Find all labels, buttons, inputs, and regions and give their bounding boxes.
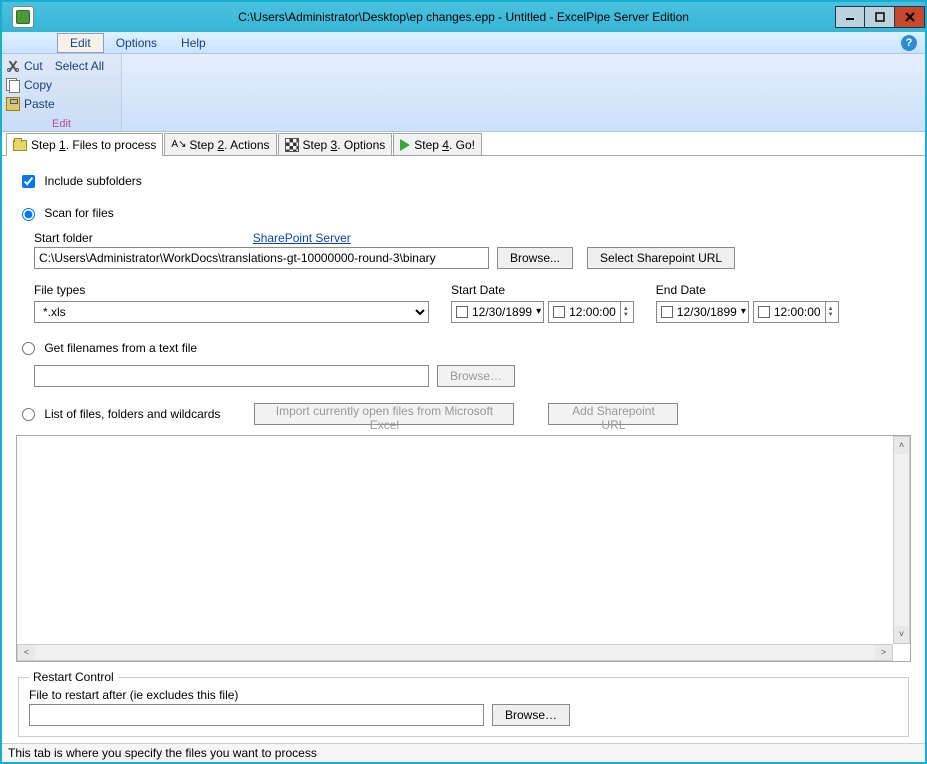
folder-icon <box>13 140 27 151</box>
browse-text-file-button[interactable]: Browse… <box>437 365 515 387</box>
menubar: Edit Options Help ? <box>2 32 925 54</box>
checker-icon <box>285 138 299 152</box>
sharepoint-link[interactable]: SharePoint Server <box>253 231 351 245</box>
menu-help[interactable]: Help <box>169 34 218 52</box>
ribbon-group-edit: Cut Select All Copy Paste Edit <box>2 54 122 131</box>
status-bar: This tab is where you specify the files … <box>2 743 925 762</box>
browse-start-folder-button[interactable]: Browse... <box>497 247 573 269</box>
start-date-label: Start Date <box>451 283 634 297</box>
scissors-icon <box>6 59 20 73</box>
import-excel-button[interactable]: Import currently open files from Microso… <box>254 403 514 425</box>
help-icon[interactable]: ? <box>901 35 917 51</box>
tab-step1[interactable]: Step 1. Files to process <box>6 133 163 156</box>
window-title: C:\Users\Administrator\Desktop\ep change… <box>238 10 689 24</box>
add-sharepoint-url-button[interactable]: Add Sharepoint URL <box>548 403 678 425</box>
cut-button[interactable]: Cut Select All <box>6 56 117 75</box>
paste-button[interactable]: Paste <box>6 94 117 113</box>
app-window: C:\Users\Administrator\Desktop\ep change… <box>0 0 927 764</box>
close-button[interactable] <box>895 6 925 28</box>
ribbon-group-label: Edit <box>2 118 121 130</box>
start-date-picker[interactable]: 12/30/1899▾ <box>451 301 544 323</box>
app-icon <box>12 6 34 28</box>
copy-button[interactable]: Copy <box>6 75 117 94</box>
vertical-scrollbar[interactable]: ˄˅ <box>893 436 910 644</box>
include-subfolders-checkbox[interactable] <box>22 175 35 188</box>
horizontal-scrollbar[interactable]: ˂˃ <box>17 644 893 661</box>
file-list[interactable]: ˄˅ ˂˃ <box>16 435 911 662</box>
tab-step3[interactable]: Step 3. Options <box>278 133 393 155</box>
list-of-files-radio[interactable] <box>22 408 35 421</box>
scan-for-files-radio[interactable] <box>22 208 35 221</box>
get-filenames-label: Get filenames from a text file <box>44 341 197 355</box>
end-date-picker[interactable]: 12/30/1899▾ <box>656 301 749 323</box>
restart-file-label: File to restart after (ie excludes this … <box>29 688 898 702</box>
file-types-select[interactable]: *.xls <box>34 301 429 323</box>
ribbon: Cut Select All Copy Paste Edit <box>2 54 925 132</box>
actions-icon: A↘ <box>171 138 185 152</box>
menu-edit[interactable]: Edit <box>57 33 104 53</box>
minimize-button[interactable] <box>835 6 865 28</box>
restart-file-input[interactable] <box>29 704 484 726</box>
start-folder-input[interactable] <box>34 247 489 269</box>
include-subfolders-label: Include subfolders <box>44 174 141 188</box>
browse-restart-file-button[interactable]: Browse… <box>492 704 570 726</box>
end-date-label: End Date <box>656 283 839 297</box>
restart-control-fieldset: Restart Control File to restart after (i… <box>18 670 909 737</box>
play-icon <box>400 139 410 151</box>
tab-content: Include subfolders Scan for files Start … <box>2 156 925 743</box>
scan-for-files-label: Scan for files <box>44 206 113 220</box>
start-folder-label: Start folder <box>34 231 93 245</box>
text-file-input[interactable] <box>34 365 429 387</box>
get-filenames-radio[interactable] <box>22 342 35 355</box>
restart-control-legend: Restart Control <box>29 670 118 684</box>
file-types-label: File types <box>34 283 429 297</box>
menu-options[interactable]: Options <box>104 34 169 52</box>
copy-icon <box>6 78 20 92</box>
titlebar[interactable]: C:\Users\Administrator\Desktop\ep change… <box>2 2 925 32</box>
select-sharepoint-url-button[interactable]: Select Sharepoint URL <box>587 247 735 269</box>
tab-step4[interactable]: Step 4. Go! <box>393 133 482 155</box>
end-time-picker[interactable]: 12:00:00▲▼ <box>753 301 839 323</box>
paste-icon <box>6 97 20 111</box>
window-controls <box>835 6 925 28</box>
tabstrip: Step 1. Files to process A↘ Step 2. Acti… <box>2 132 925 156</box>
list-of-files-label: List of files, folders and wildcards <box>44 407 220 421</box>
start-time-picker[interactable]: 12:00:00▲▼ <box>548 301 634 323</box>
maximize-button[interactable] <box>865 6 895 28</box>
tab-step2[interactable]: A↘ Step 2. Actions <box>164 133 276 155</box>
select-all-button[interactable]: Select All <box>55 59 104 73</box>
